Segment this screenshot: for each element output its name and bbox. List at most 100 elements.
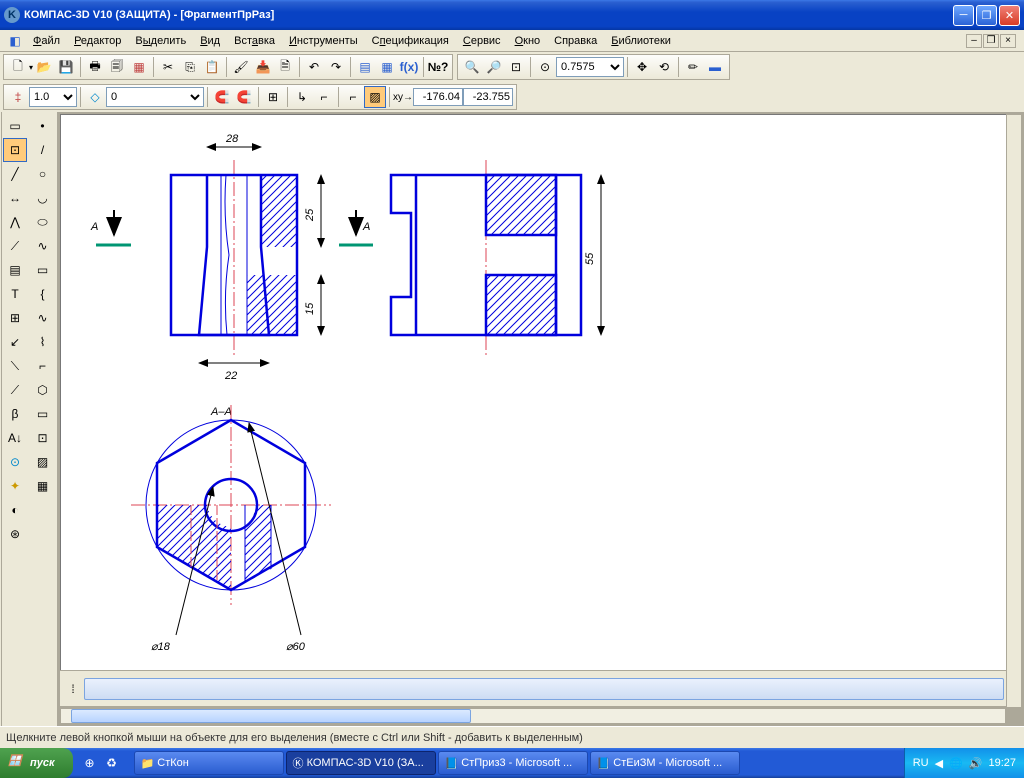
tool-axis[interactable]: ⟋ (3, 234, 27, 258)
taskbar-item-0[interactable]: 📁 СтКон (134, 751, 284, 775)
shape-poly[interactable]: { (31, 282, 55, 306)
shape-line[interactable]: / (31, 138, 55, 162)
print-button[interactable]: 🖶 (84, 56, 106, 78)
menu-view[interactable]: Вид (193, 33, 227, 49)
scrollbar-h[interactable] (60, 708, 1006, 724)
refresh-button[interactable]: ▬ (704, 56, 726, 78)
preview-button[interactable]: 🗐 (106, 56, 128, 78)
tool-point[interactable]: ⊡ (3, 138, 27, 162)
zoom-in-button[interactable]: 🔍 (461, 56, 483, 78)
shape-ellipse[interactable]: ⬭ (31, 210, 55, 234)
mdi-min-button[interactable]: – (966, 34, 982, 48)
redraw-button[interactable]: ✏ (682, 56, 704, 78)
menu-service[interactable]: Сервис (456, 33, 508, 49)
coord-y-input[interactable] (463, 88, 513, 106)
grid-button[interactable]: ⊞ (262, 86, 284, 108)
open-button[interactable]: 📂 (33, 56, 55, 78)
vars-button[interactable]: ▦ (376, 56, 398, 78)
shape-rect[interactable]: ▭ (31, 258, 55, 282)
help-button[interactable]: №? (427, 56, 449, 78)
menu-insert[interactable]: Вставка (227, 33, 282, 49)
manager-button[interactable]: ▤ (354, 56, 376, 78)
undo-button[interactable]: ↶ (303, 56, 325, 78)
tool-misc1[interactable]: ⊙ (3, 450, 27, 474)
tool-edit2[interactable]: ⟍ (3, 354, 27, 378)
minimize-button[interactable]: ─ (953, 5, 974, 26)
shape-spline[interactable]: ∿ (31, 234, 55, 258)
tool-edit1[interactable]: ↙ (3, 330, 27, 354)
shape-hex[interactable]: ⬡ (31, 378, 55, 402)
tool-edit3[interactable]: ⟋ (3, 378, 27, 402)
shape-cont[interactable]: ∿ (31, 306, 55, 330)
tool-select[interactable]: ▭ (3, 114, 27, 138)
ortho2-button[interactable]: ⌐ (313, 86, 335, 108)
close-button[interactable]: ✕ (999, 5, 1020, 26)
shape-seg[interactable]: • (31, 114, 55, 138)
tool-meas[interactable]: A↓ (3, 426, 27, 450)
menu-select[interactable]: Выделить (128, 33, 193, 49)
zoom-fit-button[interactable]: ⊙ (534, 56, 556, 78)
layer-select[interactable]: 0 (106, 87, 204, 107)
start-button[interactable]: 🪟 пуск (0, 748, 73, 778)
ql-2[interactable]: ♻ (101, 752, 123, 774)
shape-hatch[interactable]: ▨ (31, 450, 55, 474)
cut-button[interactable]: ✂ (157, 56, 179, 78)
taskbar-item-1[interactable]: Ⓚ КОМПАС-3D V10 (ЗА... (286, 751, 436, 775)
hint-handle[interactable]: ⁞ (62, 678, 84, 700)
menu-window[interactable]: Окно (508, 33, 548, 49)
tool-text[interactable]: T (3, 282, 27, 306)
tool-line[interactable]: ╱ (3, 162, 27, 186)
copy-button[interactable]: ⎘ (179, 56, 201, 78)
shape-gather[interactable]: ⊡ (31, 426, 55, 450)
mdi-close-button[interactable]: × (1000, 34, 1016, 48)
ql-1[interactable]: ⊕ (79, 752, 101, 774)
lang-indicator[interactable]: RU (913, 757, 929, 769)
zoom-out-button[interactable]: 🔎 (483, 56, 505, 78)
tool-misc4[interactable]: ⊛ (3, 522, 27, 546)
plot-button[interactable]: ▦ (128, 56, 150, 78)
snap1-button[interactable]: 🧲 (211, 86, 233, 108)
new-button[interactable]: 🗋 (7, 56, 29, 78)
coord-x-input[interactable] (413, 88, 463, 106)
brush-button[interactable]: 🖌 (230, 56, 252, 78)
taskbar-item-2[interactable]: 📘 СтПриз3 - Microsoft ... (438, 751, 588, 775)
coord2-button[interactable]: ▨ (364, 86, 386, 108)
shape-fillet[interactable]: ⌐ (31, 354, 55, 378)
taskbar-item-3[interactable]: 📘 СтЕиЗМ - Microsoft ... (590, 751, 740, 775)
layer-button[interactable]: ◇ (84, 86, 106, 108)
tool-dim[interactable]: ↔ (3, 186, 27, 210)
maximize-button[interactable]: ❐ (976, 5, 997, 26)
drawing-canvas[interactable]: 28 22 25 15 А (60, 114, 1022, 679)
rotate-button[interactable]: ⟲ (653, 56, 675, 78)
zoom-select[interactable]: 0.7575 (556, 57, 624, 77)
coord1-button[interactable]: ⌐ (342, 86, 364, 108)
app-menu-icon[interactable]: ◧ (4, 30, 26, 52)
tool-param[interactable]: β (3, 402, 27, 426)
mdi-restore-button[interactable]: ❐ (983, 34, 999, 48)
scrollbar-v[interactable] (1006, 114, 1022, 708)
shape-h2[interactable]: ▦ (31, 474, 55, 498)
tool-misc3[interactable]: ◐ (3, 498, 27, 522)
tool-rough[interactable]: ⋀ (3, 210, 27, 234)
menu-file[interactable]: Файл (26, 33, 67, 49)
shape-circle[interactable]: ○ (31, 162, 55, 186)
style-select[interactable]: 1.0 (29, 87, 77, 107)
style-button[interactable]: ‡ (7, 86, 29, 108)
shape-rect2[interactable]: ▭ (31, 402, 55, 426)
doc-button[interactable]: 🗎 (274, 56, 296, 78)
pan-button[interactable]: ✥ (631, 56, 653, 78)
ortho1-button[interactable]: ↳ (291, 86, 313, 108)
paste-button[interactable]: 📋 (201, 56, 223, 78)
save-button[interactable]: 💾 (55, 56, 77, 78)
tool-spec[interactable]: ▤ (3, 258, 27, 282)
menu-tools[interactable]: Инструменты (282, 33, 365, 49)
props-button[interactable]: 📥 (252, 56, 274, 78)
fx-button[interactable]: f(x) (398, 56, 420, 78)
menu-libs[interactable]: Библиотеки (604, 33, 678, 49)
tool-table[interactable]: ⊞ (3, 306, 27, 330)
menu-help[interactable]: Справка (547, 33, 604, 49)
menu-spec[interactable]: Спецификация (365, 33, 456, 49)
shape-eq[interactable]: ⌇ (31, 330, 55, 354)
tool-misc2[interactable]: ✦ (3, 474, 27, 498)
clock[interactable]: 19:27 (988, 757, 1016, 769)
